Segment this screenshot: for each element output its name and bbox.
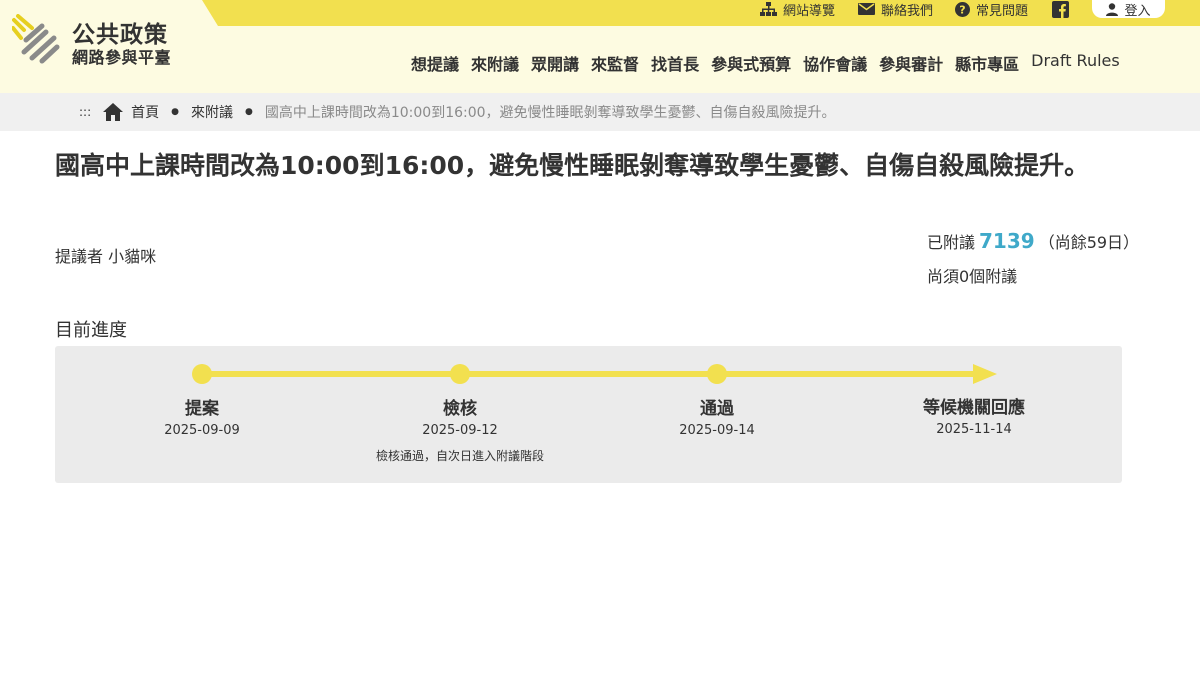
timeline-dot [450,364,470,384]
step-date: 2025-11-14 [936,422,1012,437]
user-icon [1106,2,1119,16]
site-header: 網站導覽 聯絡我們 ? 常見問題 登入 公共政策 網路參與平臺 想提議 來附議 … [0,0,1200,93]
mail-icon [858,3,875,15]
login-button[interactable]: 登入 [1092,0,1165,19]
sitemap-label: 網站導覽 [783,3,836,19]
sitemap-link[interactable]: 網站導覽 [760,0,836,19]
nav-propose[interactable]: 想提議 [405,51,465,75]
contact-link[interactable]: 聯絡我們 [858,0,934,19]
faq-label: 常見問題 [976,3,1029,19]
nav-county[interactable]: 縣市專區 [949,51,1025,75]
step-note: 檢核通過，自次日進入附議階段 [375,449,544,463]
timeline-arrow-icon [973,364,997,384]
breadcrumb-separator: ● [245,107,253,117]
needed-signatures: 尚須0個附議 [927,267,1018,286]
step-date: 2025-09-14 [679,423,755,438]
step-name: 通過 [700,399,734,419]
sitemap-icon [760,1,777,16]
nav-forum[interactable]: 眾開講 [525,51,585,75]
nav-collab-meeting[interactable]: 協作會議 [797,51,873,75]
step-date: 2025-09-09 [164,423,240,438]
step-date: 2025-09-12 [422,423,498,438]
progress-timeline: 提案 2025-09-09 檢核 2025-09-12 檢核通過，自次日進入附議… [55,346,1122,483]
accesskey-marker[interactable]: ::: [79,105,91,119]
proposal-title: 國高中上課時間改為10:00到16:00，避免慢性睡眠剝奪導致學生憂鬱、自傷自殺… [55,151,1090,180]
remaining-days: （尚餘59日） [1038,233,1140,252]
timeline-step-review: 檢核 2025-09-12 檢核通過，自次日進入附議階段 [360,394,560,464]
breadcrumb-home[interactable]: 首頁 [131,102,159,122]
nav-draft-rules[interactable]: Draft Rules [1025,51,1126,75]
breadcrumb-section[interactable]: 來附議 [191,102,233,122]
timeline-dot [192,364,212,384]
step-name: 檢核 [443,399,477,419]
nav-find-heads[interactable]: 找首長 [645,51,705,75]
breadcrumb: ::: 首頁 ● 來附議 ● 國高中上課時間改為10:00到16:00，避免慢性… [79,93,836,131]
breadcrumb-current: 國高中上課時間改為10:00到16:00，避免慢性睡眠剝奪導致學生憂鬱、自傷自殺… [264,105,836,121]
site-logo-icon[interactable] [12,14,60,64]
logo-subtitle[interactable]: 網路參與平臺 [72,44,171,68]
nav-second[interactable]: 來附議 [465,51,525,75]
proposer-name: 提議者 小貓咪 [55,247,157,266]
progress-heading: 目前進度 [55,320,127,341]
breadcrumb-bar: ::: 首頁 ● 來附議 ● 國高中上課時間改為10:00到16:00，避免慢性… [0,93,1200,131]
home-icon[interactable] [103,103,124,121]
seconded-count: 7139 [979,229,1035,253]
nav-supervise[interactable]: 來監督 [585,51,645,75]
timeline-line [202,371,982,377]
login-label: 登入 [1124,3,1151,19]
timeline-step-awaiting-response: 等候機關回應 2025-11-14 [874,393,1074,437]
breadcrumb-separator: ● [171,107,179,117]
seconded-prefix: 已附議 [927,233,976,252]
question-icon: ? [955,1,970,17]
facebook-link[interactable] [1052,0,1069,18]
step-name: 提案 [185,399,219,419]
timeline-step-proposal: 提案 2025-09-09 [102,394,302,438]
faq-link[interactable]: ? 常見問題 [955,0,1029,19]
nav-audit[interactable]: 參與審計 [873,51,949,75]
step-name: 等候機關回應 [923,398,1025,418]
timeline-step-passed: 通過 2025-09-14 [617,394,817,438]
contact-label: 聯絡我們 [881,3,934,19]
nav-participatory-budget[interactable]: 參與式預算 [705,51,797,75]
main-nav: 想提議 來附議 眾開講 來監督 找首長 參與式預算 協作會議 參與審計 縣市專區… [405,51,1126,75]
timeline-dot [707,364,727,384]
utility-bar [202,0,1200,26]
svg-text:?: ? [959,3,965,16]
signature-stats: 已附議 7139 （尚餘59日） 尚須0個附議 [927,229,1139,287]
facebook-icon [1052,0,1069,18]
